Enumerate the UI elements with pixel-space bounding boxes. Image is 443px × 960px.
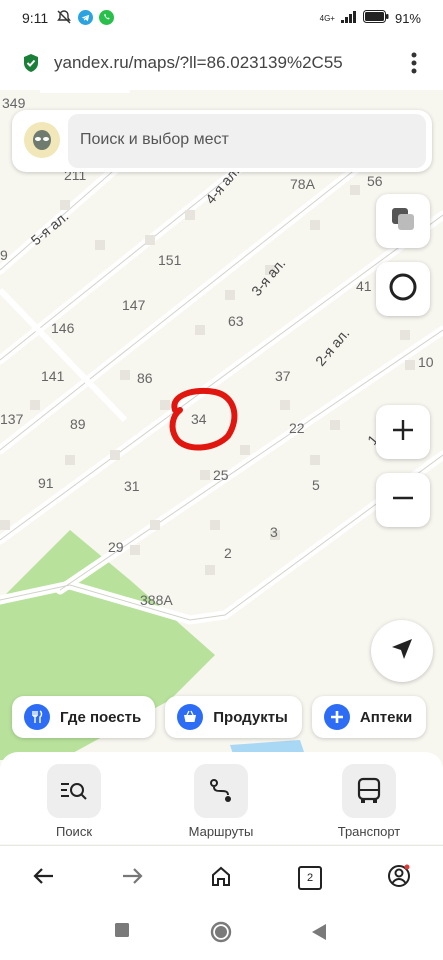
compass-button[interactable] [376,262,430,316]
profile-button[interactable] [383,862,415,894]
house-number: 349 [2,95,26,111]
notifications-muted-icon [56,9,72,30]
network-label: 4G+ [319,13,335,23]
category-chips: Где поесть Продукты Аптеки [12,696,427,738]
home-icon [210,865,232,892]
url-text[interactable]: yandex.ru/maps/?ll=86.023139%2C55 [54,53,384,73]
layers-icon [390,206,416,237]
house-number: 41 [356,278,372,294]
profile-icon [386,863,412,894]
telegram-icon [78,9,93,30]
street-label: 2-я ал. [312,325,352,369]
fork-knife-icon [24,704,50,730]
minus-icon [391,486,415,515]
panel-label: Маршруты [188,824,254,839]
arrow-left-icon [33,867,55,890]
house-number: 29 [108,539,124,555]
tab-count: 2 [306,872,314,884]
house-number: 31 [124,478,140,494]
alice-avatar-icon[interactable] [24,122,60,158]
search-placeholder: Поиск и выбор мест [80,131,229,148]
chip-groceries[interactable]: Продукты [165,696,302,738]
system-nav-bar [0,907,443,960]
back-button[interactable] [28,862,60,894]
basket-icon [177,704,204,730]
house-number: 151 [158,252,182,268]
house-number: 147 [122,297,146,313]
search-input[interactable]: Поиск и выбор мест [68,114,426,168]
forward-button[interactable] [116,862,148,894]
house-number: 137 [0,411,24,427]
zoom-out-button[interactable] [376,473,430,527]
bus-icon [342,764,396,818]
house-number: 9 [0,247,8,263]
plus-icon [323,704,350,730]
chip-label: Аптеки [359,708,413,726]
panel-label: Поиск [55,824,93,839]
house-number: 78А [290,176,316,192]
location-arrow-icon [390,637,414,666]
house-number: 10 [418,354,434,370]
my-location-button[interactable] [371,620,433,682]
panel-transport[interactable]: Транспорт [324,764,414,839]
house-number: 146 [51,320,75,336]
house-number: 34 [191,411,207,427]
browser-toolbar: 2 [0,845,443,908]
street-label: 5-я ал. [28,208,72,248]
house-number: 3 [270,524,278,540]
house-number: 89 [70,416,86,432]
zoom-in-button[interactable] [376,405,430,459]
tabs-button[interactable]: 2 [294,862,326,894]
house-number: 2 [224,545,232,561]
house-number: 91 [38,475,54,491]
arrow-right-icon [121,867,143,890]
status-bar: 9:11 4G+ 91% [0,0,443,38]
house-number: 86 [137,370,153,386]
panel-label: Транспорт [337,824,401,839]
house-number: 141 [41,368,65,384]
chip-pharmacies[interactable]: Аптеки [311,696,427,738]
bottom-panel: Поиск Маршруты Транспорт [0,752,443,844]
panel-search[interactable]: Поиск [29,764,119,839]
chip-label: Продукты [213,708,288,726]
compass-icon [389,273,417,306]
home-circle-icon[interactable] [210,921,232,948]
search-list-icon [47,764,101,818]
plus-icon [391,418,415,447]
more-menu-icon[interactable] [411,52,417,79]
chip-food[interactable]: Где поесть [12,696,156,738]
house-number: 5 [312,477,320,493]
chip-label: Где поесть [60,708,142,726]
tabs-icon: 2 [298,866,322,890]
house-number: 25 [213,467,229,483]
status-time: 9:11 [22,10,49,26]
back-triangle-icon[interactable] [312,924,326,945]
battery-level: 91% [394,10,421,26]
panel-routes[interactable]: Маршруты [176,764,266,839]
house-number: 22 [289,420,305,436]
house-number: 56 [367,173,383,189]
secure-shield-icon [22,53,40,78]
battery-icon [362,10,389,26]
whatsapp-icon [99,9,114,30]
route-icon [194,764,248,818]
recents-button-icon[interactable] [115,923,129,942]
house-number: 388А [140,592,173,608]
home-button[interactable] [205,862,237,894]
house-number: 63 [228,313,244,329]
signal-icon [340,10,357,26]
house-number: 37 [275,368,291,384]
street-label: 3-я ал. [248,255,288,299]
browser-url-bar[interactable]: yandex.ru/maps/?ll=86.023139%2C55 [0,38,443,91]
search-box[interactable]: Поиск и выбор мест [12,110,432,172]
layers-button[interactable] [376,194,430,248]
